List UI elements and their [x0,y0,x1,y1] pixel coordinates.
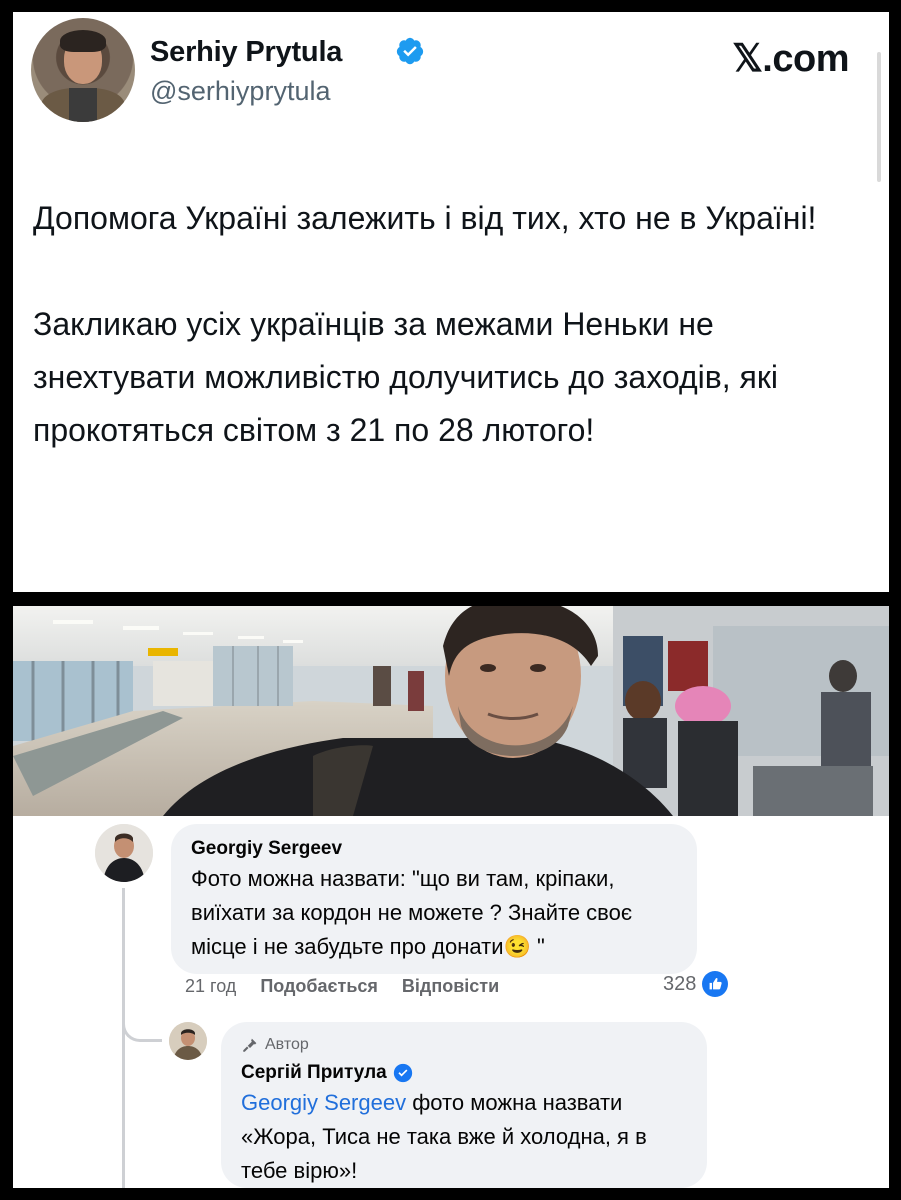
microphone-icon [243,1038,257,1052]
tweet-paragraph: Допомога Україні залежить і від тих, хто… [33,200,817,236]
verified-badge-icon [393,1063,412,1083]
person-photo [169,1022,207,1060]
comment-bubble[interactable]: Georgiy Sergeev Фото можна назвати: "що … [171,824,697,974]
verified-badge-icon [396,37,424,65]
comment-text: Фото можна назвати: "що ви там, кріпаки,… [191,866,633,959]
comment-actions: 21 год Подобається Відповісти [185,976,499,997]
commenter-avatar[interactable] [95,824,153,882]
tweet-paragraph: Закликаю усіх українців за межами Неньки… [33,306,778,448]
thread-connector [122,996,162,1042]
scrollbar[interactable] [877,52,881,182]
display-name[interactable]: Serhiy Prytula [150,36,342,69]
tweet-photo[interactable] [13,606,889,816]
reply-link[interactable]: Відповісти [402,976,499,997]
person-photo [95,824,153,882]
author-badge-label: Автор [265,1036,309,1053]
tweet-body: Допомога Україні залежить і від тих, хто… [33,192,863,510]
comment-author[interactable]: Georgiy Sergeev [191,836,677,862]
reply-bubble[interactable]: Автор Сергій Притула Georgiy Sergeev фот… [221,1022,707,1188]
author-label: Автор [241,1034,687,1056]
reactions-summary[interactable]: 328 [663,971,729,997]
author-avatar[interactable] [169,1022,207,1060]
avatar-hair [60,30,106,52]
comment-time[interactable]: 21 год [185,976,236,997]
reaction-count: 328 [663,972,697,995]
comment-section: Georgiy Sergeev Фото можна назвати: "що … [13,816,889,1188]
reply-author-row: Сергій Притула [241,1060,687,1086]
tweet-card: Serhiy Prytula @serhiyprytula 𝕏.com Допо… [13,12,889,592]
mention-link[interactable]: Georgiy Sergeev [241,1090,406,1115]
reply-text: Georgiy Sergeev фото можна назвати «Жора… [241,1086,687,1188]
profile-avatar[interactable] [31,18,135,122]
thread-line [122,888,125,1188]
user-handle[interactable]: @serhiyprytula [150,76,330,107]
like-link[interactable]: Подобається [260,976,378,997]
reply-author[interactable]: Сергій Притула [241,1060,387,1086]
airport-selfie-image [13,606,889,816]
thumbs-up-icon [702,971,729,997]
x-logo: 𝕏.com [732,38,849,80]
avatar-shirt [69,88,97,122]
